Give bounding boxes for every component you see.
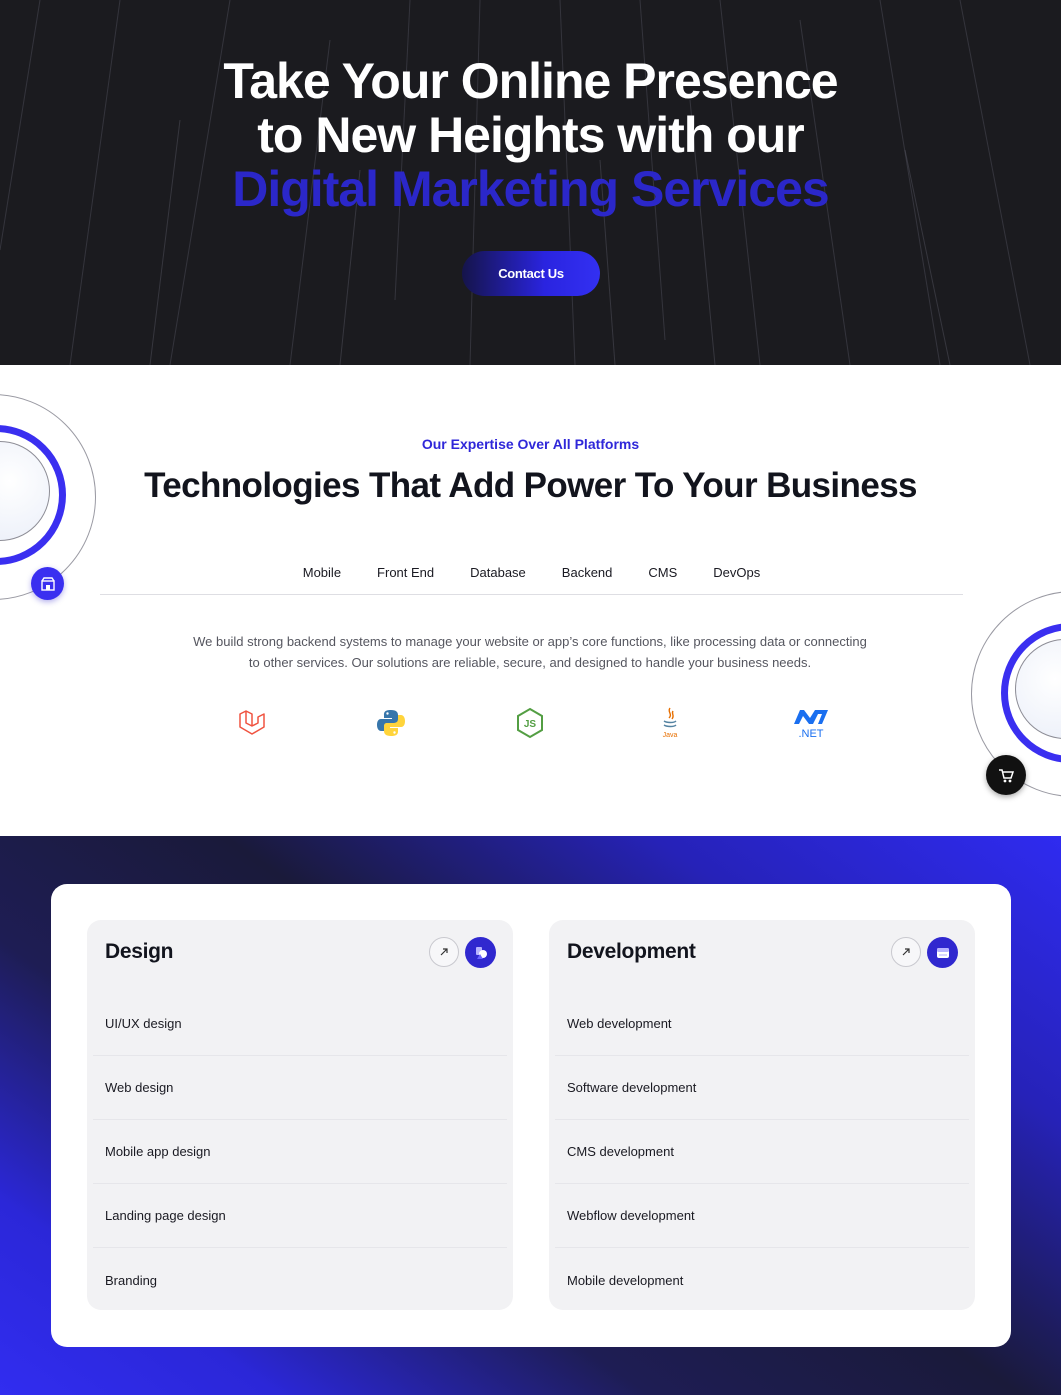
tab-mobile[interactable]: Mobile — [285, 559, 359, 589]
dotnet-icon: .NET — [791, 705, 831, 741]
hero-title-line2: to New Heights with our — [257, 107, 804, 163]
development-list: Web development Software development CMS… — [555, 992, 969, 1312]
java-icon: Java — [652, 705, 688, 741]
design-tools-icon — [465, 937, 496, 968]
hero-title-accent: Digital Marketing Services — [232, 161, 829, 217]
tab-backend[interactable]: Backend — [544, 559, 631, 589]
nodejs-icon: JS — [512, 705, 548, 741]
python-icon — [373, 705, 409, 741]
tab-database[interactable]: Database — [452, 559, 544, 589]
development-title: Development — [567, 940, 696, 963]
tab-devops[interactable]: DevOps — [695, 559, 778, 589]
hero-title-line1: Take Your Online Presence — [223, 53, 838, 109]
technology-tabs: Mobile Front End Database Backend CMS De… — [100, 559, 963, 595]
list-item[interactable]: Mobile app design — [93, 1120, 507, 1184]
section-eyebrow: Our Expertise Over All Platforms — [421, 436, 640, 452]
svg-text:.NET: .NET — [798, 728, 823, 740]
design-title: Design — [105, 940, 174, 963]
laravel-icon — [233, 705, 269, 741]
technology-logos: JS Java .NET — [0, 705, 1061, 745]
list-item[interactable]: UI/UX design — [93, 992, 507, 1056]
services-section: Design UI/UX design Web design Mobile ap… — [0, 836, 1061, 1395]
list-item[interactable]: Landing page design — [93, 1184, 507, 1248]
list-item[interactable]: CMS development — [555, 1120, 969, 1184]
tab-front-end[interactable]: Front End — [359, 559, 452, 589]
tab-description: We build strong backend systems to manag… — [193, 634, 867, 670]
design-panel: Design UI/UX design Web design Mobile ap… — [87, 920, 513, 1310]
design-list: UI/UX design Web design Mobile app desig… — [93, 992, 507, 1312]
list-item[interactable]: Webflow development — [555, 1184, 969, 1248]
development-panel: Development Web development Software dev… — [549, 920, 975, 1310]
hero-title: Take Your Online Presence to New Heights… — [0, 54, 1061, 216]
shop-icon — [31, 567, 64, 600]
arrow-up-right-icon[interactable] — [891, 937, 921, 967]
cart-icon — [986, 755, 1026, 795]
hero-section: Take Your Online Presence to New Heights… — [0, 0, 1061, 365]
list-item[interactable]: Web design — [93, 1056, 507, 1120]
browser-window-icon — [927, 937, 958, 968]
list-item[interactable]: Branding — [93, 1248, 507, 1312]
tab-cms[interactable]: CMS — [630, 559, 695, 589]
arrow-up-right-icon[interactable] — [429, 937, 459, 967]
services-card: Design UI/UX design Web design Mobile ap… — [51, 884, 1011, 1347]
contact-us-button[interactable]: Contact Us — [462, 251, 600, 296]
svg-text:JS: JS — [524, 719, 537, 730]
list-item[interactable]: Software development — [555, 1056, 969, 1120]
list-item[interactable]: Web development — [555, 992, 969, 1056]
technologies-section: Our Expertise Over All Platforms Technol… — [0, 365, 1061, 836]
list-item[interactable]: Mobile development — [555, 1248, 969, 1312]
svg-text:Java: Java — [663, 732, 678, 739]
section-title: Technologies That Add Power To Your Busi… — [144, 466, 917, 505]
